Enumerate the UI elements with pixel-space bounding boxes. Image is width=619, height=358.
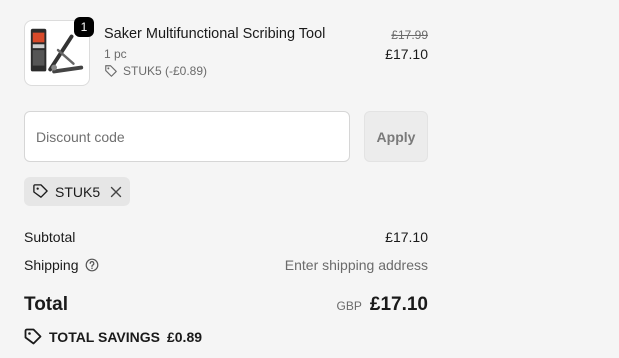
- shipping-label-group: Shipping: [24, 257, 99, 273]
- product-line-item: 1 Saker Multifunctional Scribing Tool 1 …: [24, 17, 428, 88]
- subtotal-label: Subtotal: [24, 229, 76, 245]
- applied-code-label: STUK5: [55, 183, 101, 200]
- total-row: Total GBP £17.10: [24, 294, 428, 316]
- tag-icon: [33, 184, 48, 198]
- shipping-row: Shipping Enter shipping address: [24, 257, 428, 273]
- shipping-label: Shipping: [24, 257, 79, 273]
- currency-code: GBP: [336, 299, 362, 313]
- product-price: £17.10: [385, 46, 428, 62]
- subtotal-row: Subtotal £17.10: [24, 229, 428, 245]
- total-savings: TOTAL SAVINGS £0.89: [24, 328, 202, 346]
- total-amount: £17.10: [369, 294, 428, 315]
- applied-discount-tag: STUK5: [24, 177, 130, 206]
- product-name: Saker Multifunctional Scribing Tool: [104, 26, 326, 42]
- shipping-value: Enter shipping address: [284, 257, 428, 273]
- product-discount-text: STUK5 (-£0.89): [123, 64, 208, 78]
- savings-value: £0.89: [166, 329, 203, 345]
- subtotal-value: £17.10: [385, 229, 428, 245]
- close-icon: [110, 186, 122, 197]
- total-amount-group: GBP £17.10: [337, 294, 428, 316]
- apply-button[interactable]: Apply: [364, 111, 428, 162]
- total-label: Total: [24, 294, 68, 315]
- savings-label: TOTAL SAVINGS: [49, 329, 160, 345]
- discount-code-input[interactable]: [24, 111, 350, 162]
- remove-discount-button[interactable]: [110, 186, 122, 198]
- tag-icon: [24, 328, 42, 345]
- product-discount: STUK5 (-£0.89): [104, 64, 207, 78]
- original-price: £17.99: [391, 28, 428, 42]
- tag-icon: [105, 65, 117, 77]
- help-icon[interactable]: [85, 258, 99, 272]
- product-quantity: 1 pc: [104, 47, 127, 61]
- quantity-badge: 1: [74, 17, 94, 37]
